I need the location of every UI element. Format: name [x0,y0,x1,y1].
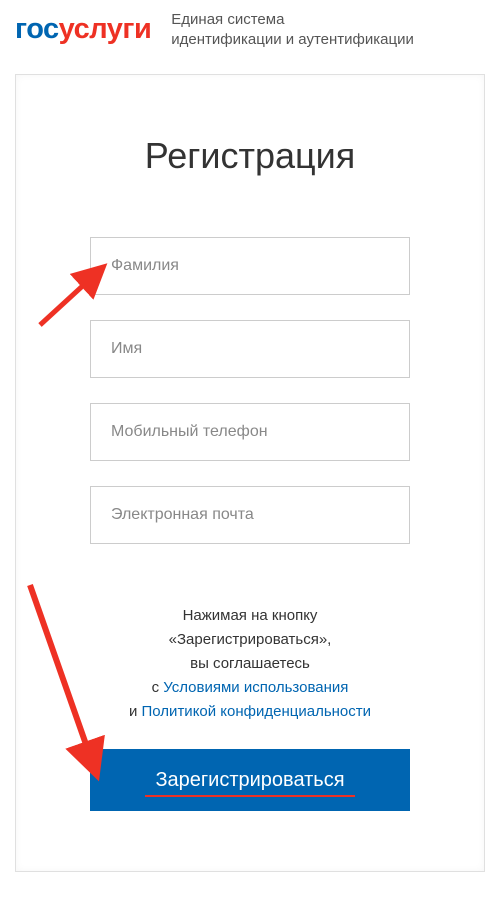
registration-card: Регистрация Нажимая на кнопку «Зарегистр… [15,74,485,872]
register-button-label: Зарегистрироваться [155,769,344,791]
subtitle-line1: Единая система [171,10,414,30]
terms-line1: Нажимая на кнопку [90,604,410,628]
terms-line5: и Политикой конфиденциальности [90,700,410,724]
terms-text: Нажимая на кнопку «Зарегистрироваться», … [90,604,410,724]
header: госуслуги Единая система идентификации и… [0,0,500,64]
privacy-policy-link[interactable]: Политикой конфиденциальности [142,703,372,720]
email-input[interactable] [90,486,410,544]
name-input[interactable] [90,320,410,378]
register-button[interactable]: Зарегистрироваться [90,749,410,811]
logo: госуслуги [15,13,151,46]
subtitle-line2: идентификации и аутентификации [171,30,414,50]
terms-of-use-link[interactable]: Условиями использования [163,679,348,696]
surname-input[interactable] [90,237,410,295]
logo-part-gos: гос [15,13,59,46]
logo-part-uslugi: услуги [59,13,152,46]
phone-input[interactable] [90,403,410,461]
terms-line3: вы соглашаетесь [90,652,410,676]
register-button-underline [145,795,355,797]
terms-line2: «Зарегистрироваться», [90,628,410,652]
terms-line4: с Условиями использования [90,676,410,700]
header-subtitle: Единая система идентификации и аутентифи… [171,10,414,49]
page-title: Регистрация [90,135,410,177]
